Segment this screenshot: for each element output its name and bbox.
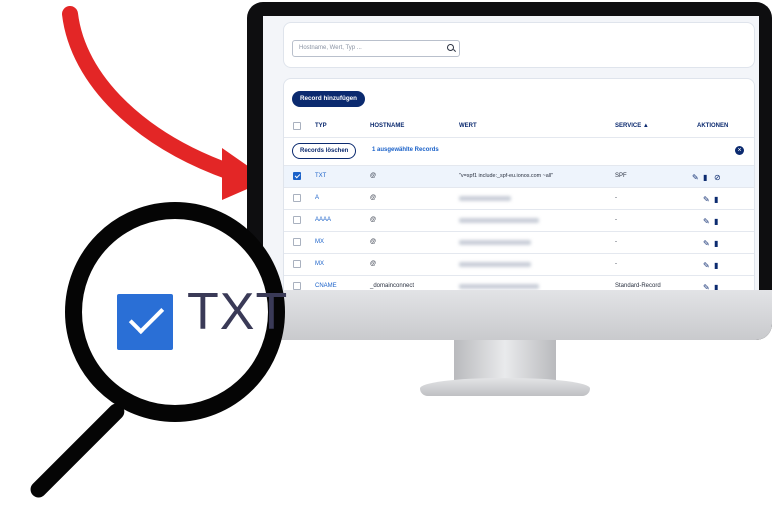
cell-service: SPF bbox=[615, 173, 627, 179]
cell-service: - bbox=[615, 195, 617, 201]
zoomed-checkbox-icon bbox=[117, 294, 173, 350]
table-row[interactable]: A @ - ✎ ▮ bbox=[284, 188, 754, 210]
cell-typ: A bbox=[315, 195, 320, 201]
header-typ[interactable]: TYP bbox=[315, 123, 327, 129]
delete-icon[interactable]: ▮ bbox=[714, 195, 718, 204]
close-icon[interactable]: × bbox=[735, 146, 744, 155]
cell-typ: MX bbox=[315, 239, 324, 245]
cell-typ: MX bbox=[315, 261, 324, 267]
delete-records-button[interactable]: Records löschen bbox=[292, 143, 357, 159]
cell-service: - bbox=[615, 261, 617, 267]
cell-hostname: @ bbox=[370, 173, 377, 179]
table-header: TYP HOSTNAME WERT SERVICE ▲ AKTIONEN bbox=[284, 115, 754, 138]
delete-icon[interactable]: ▮ bbox=[714, 239, 718, 248]
delete-icon[interactable]: ▮ bbox=[714, 283, 718, 290]
blurred-value bbox=[459, 196, 511, 201]
header-aktionen: AKTIONEN bbox=[697, 123, 729, 129]
edit-icon[interactable]: ✎ bbox=[703, 283, 710, 290]
search-panel: Hostname, Wert, Typ ... bbox=[283, 22, 755, 68]
delete-icon[interactable]: ▮ bbox=[714, 217, 718, 226]
cell-service: - bbox=[615, 217, 617, 223]
cell-hostname: @ bbox=[370, 239, 377, 245]
cell-service: Standard-Record bbox=[615, 283, 661, 289]
zoomed-txt-label: TXT bbox=[187, 283, 289, 341]
row-checkbox[interactable] bbox=[293, 172, 301, 180]
header-hostname[interactable]: HOSTNAME bbox=[370, 123, 404, 129]
row-checkbox[interactable] bbox=[293, 238, 301, 246]
delete-icon[interactable]: ▮ bbox=[714, 261, 718, 270]
blurred-value bbox=[459, 284, 539, 289]
monitor-foot bbox=[420, 378, 590, 396]
edit-icon[interactable]: ✎ bbox=[703, 195, 710, 204]
header-service[interactable]: SERVICE ▲ bbox=[615, 123, 649, 129]
row-checkbox[interactable] bbox=[293, 194, 301, 202]
search-placeholder: Hostname, Wert, Typ ... bbox=[299, 45, 362, 51]
edit-icon[interactable]: ✎ bbox=[703, 217, 710, 226]
table-row[interactable]: MX @ - ✎ ▮ bbox=[284, 232, 754, 254]
table-row[interactable]: CNAME _domainconnect Standard-Record ✎ ▮ bbox=[284, 276, 754, 290]
delete-icon[interactable]: ▮ bbox=[703, 173, 707, 182]
blurred-value bbox=[459, 218, 539, 223]
records-table: Record hinzufügen TYP HOSTNAME WERT SERV… bbox=[283, 78, 755, 290]
monitor-stand bbox=[454, 340, 556, 382]
header-wert[interactable]: WERT bbox=[459, 123, 477, 129]
edit-icon[interactable]: ✎ bbox=[703, 261, 710, 270]
cell-typ: TXT bbox=[315, 173, 327, 179]
search-input[interactable]: Hostname, Wert, Typ ... bbox=[292, 40, 460, 57]
table-row[interactable]: AAAA @ - ✎ ▮ bbox=[284, 210, 754, 232]
table-row[interactable]: TXT @ "v=spf1 include:_spf-eu.ionos.com … bbox=[284, 166, 754, 188]
disable-icon[interactable]: ⊘ bbox=[714, 173, 721, 182]
selected-count: 1 ausgewählte Records bbox=[372, 147, 439, 153]
cell-typ: CNAME bbox=[315, 283, 337, 289]
cell-hostname: @ bbox=[370, 261, 377, 267]
select-all-checkbox[interactable] bbox=[293, 122, 301, 130]
cell-wert: "v=spf1 include:_spf-eu.ionos.com ~all" bbox=[459, 173, 554, 179]
row-checkbox[interactable] bbox=[293, 282, 301, 290]
row-checkbox[interactable] bbox=[293, 260, 301, 268]
cell-hostname: @ bbox=[370, 195, 377, 201]
blurred-value bbox=[459, 240, 531, 245]
row-checkbox[interactable] bbox=[293, 216, 301, 224]
add-record-button[interactable]: Record hinzufügen bbox=[292, 91, 366, 107]
bulk-action-bar: Records löschen 1 ausgewählte Records × bbox=[284, 137, 754, 166]
cell-service: - bbox=[615, 239, 617, 245]
cell-typ: AAAA bbox=[315, 217, 332, 223]
cell-hostname: _domainconnect bbox=[370, 283, 415, 289]
edit-icon[interactable]: ✎ bbox=[703, 239, 710, 248]
blurred-value bbox=[459, 262, 531, 267]
table-row[interactable]: MX @ - ✎ ▮ bbox=[284, 254, 754, 276]
dns-records-screen: Hostname, Wert, Typ ... Record hinzufüge… bbox=[263, 16, 759, 290]
monitor-chin bbox=[247, 290, 772, 340]
search-icon[interactable] bbox=[447, 44, 454, 51]
edit-icon[interactable]: ✎ bbox=[692, 173, 699, 182]
cell-hostname: @ bbox=[370, 217, 377, 223]
